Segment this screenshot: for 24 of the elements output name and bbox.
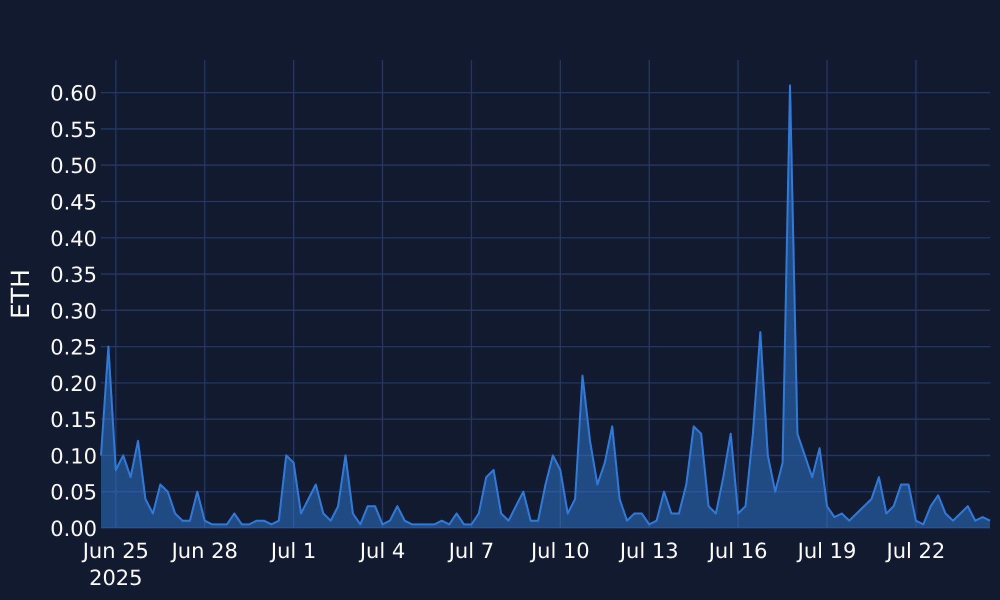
x-tick-label: Jul 1 <box>270 539 316 563</box>
x-tick-label: Jul 16 <box>708 539 768 563</box>
x-tick-label: Jul 13 <box>620 539 679 563</box>
x-tick-label: Jun 28 <box>172 539 238 563</box>
x-tick-label: Jul 10 <box>530 539 590 563</box>
y-tick-label: 0.15 <box>50 408 97 432</box>
y-tick-label: 0.60 <box>50 82 97 106</box>
y-tick-label: 0.35 <box>50 263 97 288</box>
y-tick-label: 0.55 <box>50 118 97 142</box>
x-tick-label: Jul 19 <box>798 539 856 563</box>
x-tick-label: Jul 22 <box>886 539 946 563</box>
y-tick-label: 0.25 <box>50 336 97 360</box>
y-tick-label: 0.20 <box>50 372 97 396</box>
y-tick-label: 0.00 <box>50 517 97 541</box>
y-tick-label: 0.40 <box>50 226 97 251</box>
y-tick-label: 0.05 <box>50 480 97 505</box>
y-tick-label: 0.10 <box>50 444 97 468</box>
y-tick-label: 0.30 <box>50 299 97 324</box>
x-tick-label: Jun 25 2025 <box>82 539 149 590</box>
x-tick-label: Jul 7 <box>448 539 494 563</box>
y-tick-label: 0.50 <box>50 154 97 178</box>
y-axis-title: ETH <box>6 269 35 319</box>
y-tick-label: 0.45 <box>50 190 97 214</box>
x-tick-label: Jul 4 <box>360 539 406 563</box>
